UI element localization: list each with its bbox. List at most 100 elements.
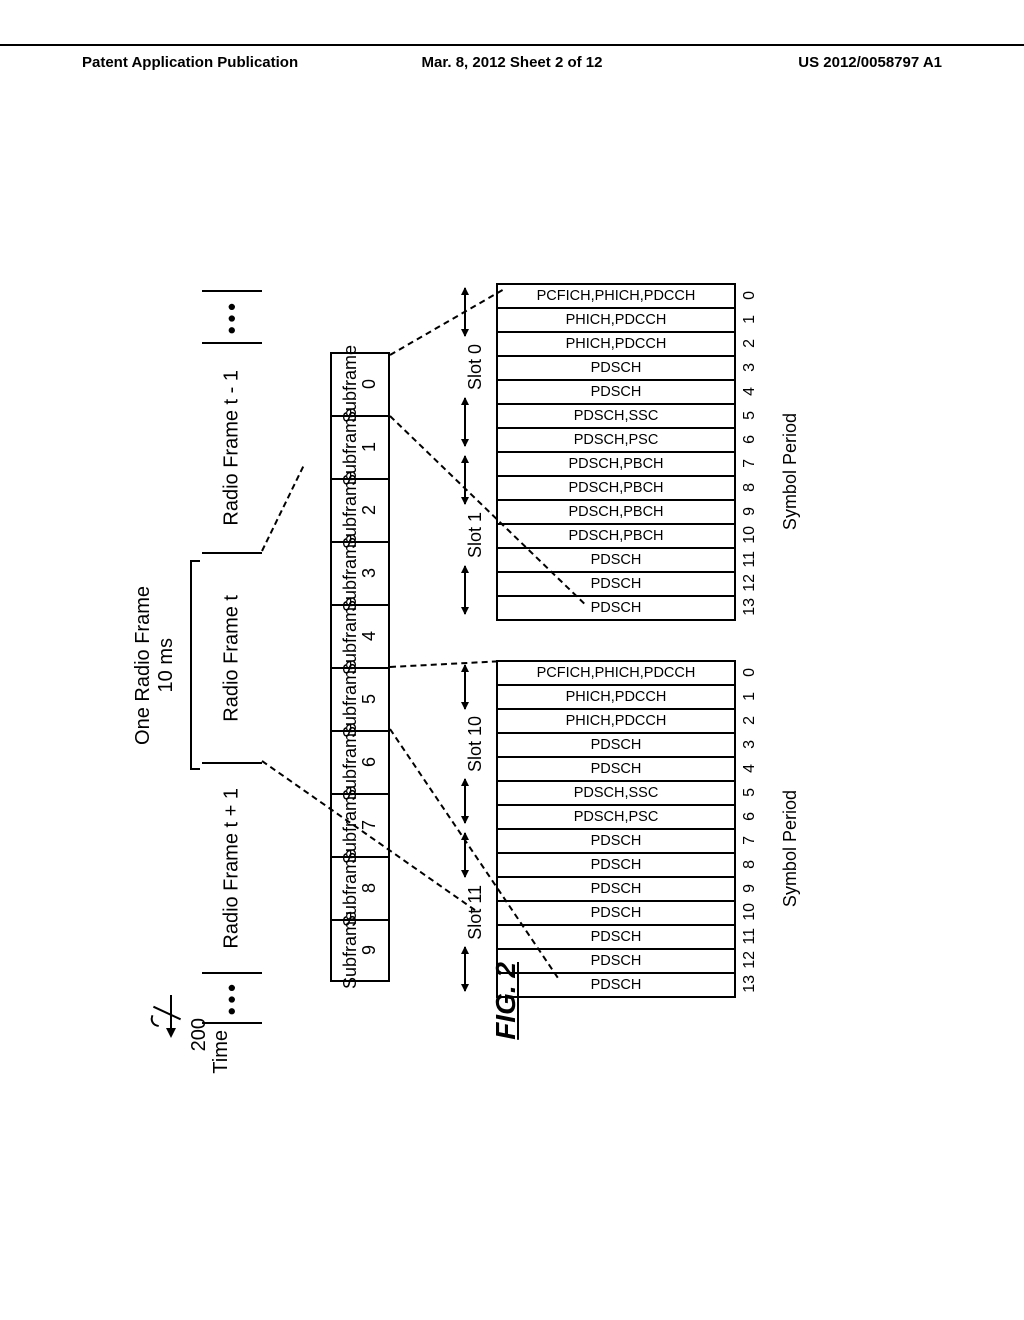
symbol-period-label: Symbol Period [780,790,801,907]
symbol-index: 13 [736,595,764,619]
slot-label: Slot 11 [465,885,486,940]
symbol-index: 4 [736,379,764,403]
symbol-index: 0 [736,283,764,307]
symbol-index: 6 [736,804,764,828]
figure-label: FIG. 2 [490,962,522,1040]
symbol-index: 8 [736,475,764,499]
symbol-cells: PCFICH,PHICH,PDCCH PHICH,PDCCH PHICH,PDC… [496,660,736,998]
page-header: Patent Application Publication Mar. 8, 2… [0,44,1024,71]
symbol-cell: PHICH,PDCCH [496,309,736,333]
slot-labels: Slot 0 Slot 1 [436,283,486,619]
symbol-cell: PDSCH [496,734,736,758]
symbol-cell: PDSCH [496,926,736,950]
symbol-index: 2 [736,331,764,355]
symbol-cell: PDSCH,PSC [496,806,736,830]
header-right: US 2012/0058797 A1 [798,54,942,71]
symbol-index: 5 [736,403,764,427]
symbol-index: 5 [736,780,764,804]
slot-label: Slot 1 [465,512,486,558]
subframe0-symbol-table: Slot 0 Slot 1 PCFICH,PHICH,PDCCH PHICH,P… [496,283,736,621]
symbol-index: 9 [736,499,764,523]
symbol-cell: PDSCH [496,549,736,573]
symbol-index: 3 [736,732,764,756]
subframe-cell: Subframe 9 [330,919,390,982]
subframe-cell: Subframe 0 [330,352,390,415]
arrow-icon [464,288,466,336]
ellipsis-icon: ••• [202,292,262,342]
slot-label: Slot 0 [465,344,486,390]
duration-bracket [190,560,200,770]
subframe5-symbol-table: Slot 10 Slot 11 PCFICH,PHICH,PDCCH PHICH… [496,660,736,998]
duration-line1: One Radio Frame [132,586,154,745]
duration-line2: 10 ms [155,638,177,692]
symbol-cell: PDSCH [496,597,736,621]
symbol-cell: PDSCH,PBCH [496,477,736,501]
symbol-index: 6 [736,427,764,451]
symbol-index: 11 [736,547,764,571]
radio-frame-cell: Radio Frame t - 1 [202,342,262,552]
symbol-cell: PHICH,PDCCH [496,333,736,357]
symbol-cell: PDSCH [496,830,736,854]
subframe-cell: Subframe 5 [330,667,390,730]
arrow-icon [464,665,466,709]
symbol-cell: PHICH,PDCCH [496,686,736,710]
header-center: Mar. 8, 2012 Sheet 2 of 12 [422,54,603,71]
symbol-index: 2 [736,708,764,732]
subframe-cell: Subframe 3 [330,541,390,604]
subframe-cell: Subframe 2 [330,478,390,541]
symbol-index: 10 [736,523,764,547]
symbol-cell: PDSCH [496,758,736,782]
symbol-cell: PDSCH,PBCH [496,525,736,549]
arrow-icon [464,456,466,504]
radio-frame-cell: Radio Frame t [202,552,262,762]
arrow-icon [464,833,466,877]
symbol-index: 1 [736,684,764,708]
subframe-cell: Subframe 7 [330,793,390,856]
symbol-cell: PCFICH,PHICH,PDCCH [496,662,736,686]
symbol-index: 7 [736,828,764,852]
arrow-icon [464,566,466,614]
symbol-cell: PDSCH,SSC [496,405,736,429]
header-left: Patent Application Publication [82,54,298,71]
arrow-icon [464,779,466,823]
symbol-index: 13 [736,972,764,996]
symbol-cell: PDSCH,PBCH [496,501,736,525]
symbol-index: 11 [736,924,764,948]
symbol-cell: PDSCH [496,878,736,902]
radio-frame-cells: ••• Radio Frame t - 1 Radio Frame t Radi… [202,290,262,1024]
symbol-cell: PHICH,PDCCH [496,710,736,734]
symbol-cell: PCFICH,PHICH,PDCCH [496,285,736,309]
symbol-index: 7 [736,451,764,475]
symbol-cell: PDSCH [496,357,736,381]
slot-label: Slot 10 [465,716,486,772]
symbol-index: 8 [736,852,764,876]
symbol-cell: PDSCH [496,950,736,974]
symbol-index: 10 [736,900,764,924]
symbol-cells: PCFICH,PHICH,PDCCH PHICH,PDCCH PHICH,PDC… [496,283,736,621]
subframe-cell: Subframe 6 [330,730,390,793]
reference-number: 200 [188,1018,211,1051]
radio-frame-cell: Radio Frame t + 1 [202,762,262,972]
radio-frame-duration: One Radio Frame 10 ms [132,560,178,770]
symbol-cell: PDSCH [496,902,736,926]
dashed-connector [261,466,304,551]
ellipsis-icon: ••• [202,972,262,1022]
arrow-icon [464,398,466,446]
symbol-index: 0 [736,660,764,684]
subframe-cell: Subframe 1 [330,415,390,478]
symbol-cell: PDSCH,PSC [496,429,736,453]
radio-frame-bar: One Radio Frame 10 ms ••• Radio Frame t … [160,260,215,980]
symbol-index-column: 0 1 2 3 4 5 6 7 8 9 10 11 12 13 [736,283,764,619]
symbol-index: 12 [736,571,764,595]
symbol-index: 1 [736,307,764,331]
symbol-index: 12 [736,948,764,972]
subframe-cell: Subframe 8 [330,856,390,919]
arrow-icon [464,947,466,991]
slot-labels: Slot 10 Slot 11 [436,660,486,996]
subframe-row: Subframe 0 Subframe 1 Subframe 2 Subfram… [330,352,390,982]
symbol-cell: PDSCH,SSC [496,782,736,806]
figure-2-diagram: One Radio Frame 10 ms ••• Radio Frame t … [160,260,880,1020]
symbol-cell: PDSCH,PBCH [496,453,736,477]
symbol-period-label: Symbol Period [780,413,801,530]
symbol-cell: PDSCH [496,573,736,597]
